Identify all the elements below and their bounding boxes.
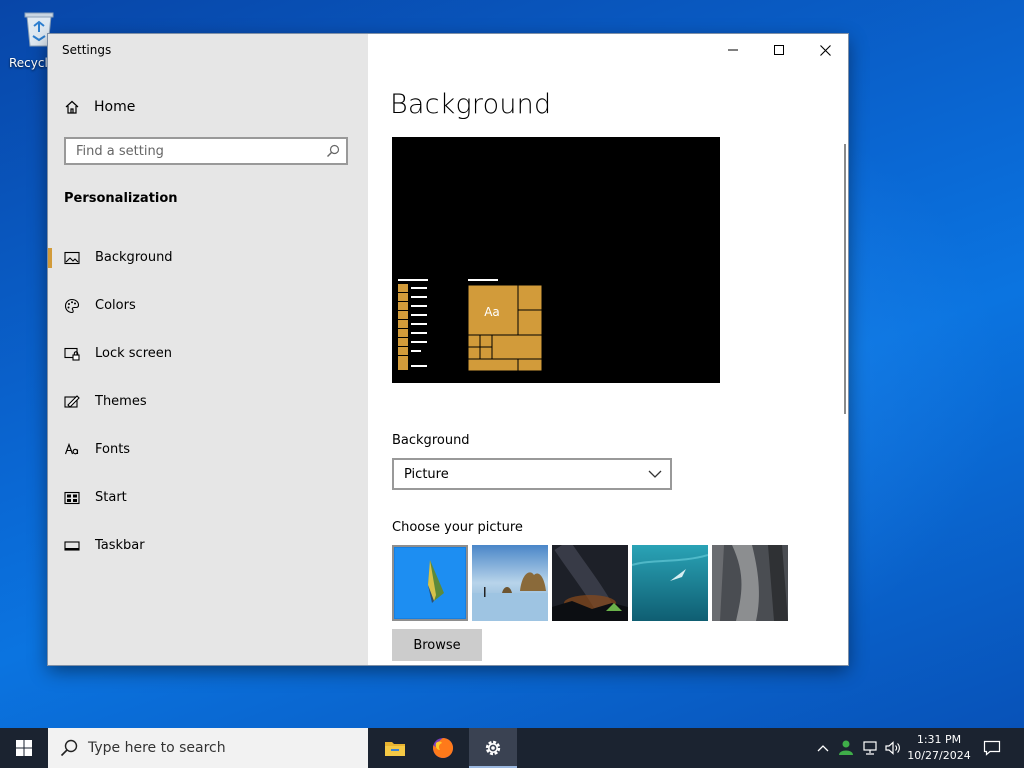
taskbar-firefox[interactable] xyxy=(419,728,467,768)
find-setting-input[interactable]: Find a setting xyxy=(64,137,348,165)
minimize-button[interactable] xyxy=(710,34,756,66)
chevron-up-icon xyxy=(817,745,829,752)
home-nav[interactable]: Home xyxy=(64,96,135,118)
window-controls xyxy=(710,34,848,66)
maximize-button[interactable] xyxy=(756,34,802,66)
file-explorer-icon xyxy=(385,742,405,756)
taskbar-clock[interactable]: 1:31 PM 10/27/2024 xyxy=(904,732,974,764)
sidebar-item-label: Taskbar xyxy=(95,538,145,553)
maximize-icon xyxy=(774,45,784,55)
sidebar-item-label: Colors xyxy=(95,298,136,313)
picture-icon xyxy=(64,251,80,265)
chevron-down-icon xyxy=(648,470,662,478)
clock-time: 1:31 PM xyxy=(916,733,962,746)
minimize-icon xyxy=(728,49,738,51)
background-preview: Aa xyxy=(392,137,720,383)
picture-thumbnail-4[interactable] xyxy=(632,545,708,621)
lock-screen-icon xyxy=(64,347,80,361)
sidebar-item-taskbar[interactable]: Taskbar xyxy=(48,526,368,566)
background-type-label: Background xyxy=(392,433,470,448)
network-icon xyxy=(863,741,877,755)
background-type-value: Picture xyxy=(404,467,449,482)
choose-picture-label: Choose your picture xyxy=(392,520,523,535)
taskbar: Type here to search 1:31 PM 10/27/2024 xyxy=(0,728,1024,768)
picture-thumbnail-1[interactable] xyxy=(392,545,468,621)
sidebar-item-label: Background xyxy=(95,250,173,265)
window-title: Settings xyxy=(62,43,112,57)
sidebar-item-start[interactable]: Start xyxy=(48,478,368,518)
clock-date: 10/27/2024 xyxy=(907,749,971,762)
close-button[interactable] xyxy=(802,34,848,66)
fonts-icon xyxy=(64,442,79,455)
preview-tile-text: Aa xyxy=(484,305,500,319)
themes-icon xyxy=(64,395,80,408)
main-content: Background Aa Background Picture Choose … xyxy=(368,34,848,665)
sidebar-item-fonts[interactable]: Fonts xyxy=(48,430,368,470)
tray-user[interactable] xyxy=(836,728,858,768)
section-title: Personalization xyxy=(64,191,178,206)
sidebar-item-themes[interactable]: Themes xyxy=(48,382,368,422)
picture-thumbnail-3[interactable] xyxy=(552,545,628,621)
sidebar-item-background[interactable]: Background xyxy=(48,238,368,278)
sidebar-item-label: Fonts xyxy=(95,442,131,457)
sidebar-item-label: Themes xyxy=(95,394,147,409)
tray-show-hidden[interactable] xyxy=(812,728,834,768)
notification-icon xyxy=(983,740,1001,756)
settings-window: Settings Home Find a setting Personaliza… xyxy=(48,34,848,665)
close-icon xyxy=(819,44,831,56)
find-setting-placeholder: Find a setting xyxy=(76,144,164,159)
sidebar-item-label: Start xyxy=(95,490,127,505)
picture-thumbnail-2[interactable] xyxy=(472,545,548,621)
sidebar-item-lock-screen[interactable]: Lock screen xyxy=(48,334,368,374)
start-menu-preview: Aa xyxy=(398,279,543,372)
picture-thumbnail-5[interactable] xyxy=(712,545,788,621)
taskbar-search-box[interactable]: Type here to search xyxy=(48,728,368,768)
tray-volume[interactable] xyxy=(882,728,904,768)
browse-button[interactable]: Browse xyxy=(392,629,482,661)
user-network-icon xyxy=(839,740,853,755)
sidebar-item-colors[interactable]: Colors xyxy=(48,286,368,326)
sidebar-item-label: Lock screen xyxy=(95,346,172,361)
picture-thumbnails xyxy=(392,545,792,621)
start-icon xyxy=(64,491,80,505)
scrollbar[interactable] xyxy=(844,144,846,414)
home-label: Home xyxy=(94,99,136,115)
tray-network[interactable] xyxy=(860,728,882,768)
taskbar-settings[interactable] xyxy=(469,728,517,768)
windows-logo-icon xyxy=(16,740,32,756)
start-button[interactable] xyxy=(0,728,48,768)
taskbar-file-explorer[interactable] xyxy=(371,728,419,768)
palette-icon xyxy=(64,298,80,314)
volume-icon xyxy=(885,741,900,755)
home-icon xyxy=(65,100,79,114)
search-icon xyxy=(327,144,340,157)
firefox-icon xyxy=(433,737,454,758)
background-type-dropdown[interactable]: Picture xyxy=(392,458,672,490)
sidebar: Settings Home Find a setting Personaliza… xyxy=(48,34,368,665)
page-title: Background xyxy=(390,89,552,120)
notification-center-button[interactable] xyxy=(978,728,1006,768)
taskbar-search-placeholder: Type here to search xyxy=(88,740,226,756)
taskbar-icon xyxy=(64,541,80,551)
search-icon xyxy=(60,739,78,757)
settings-icon xyxy=(485,740,501,756)
